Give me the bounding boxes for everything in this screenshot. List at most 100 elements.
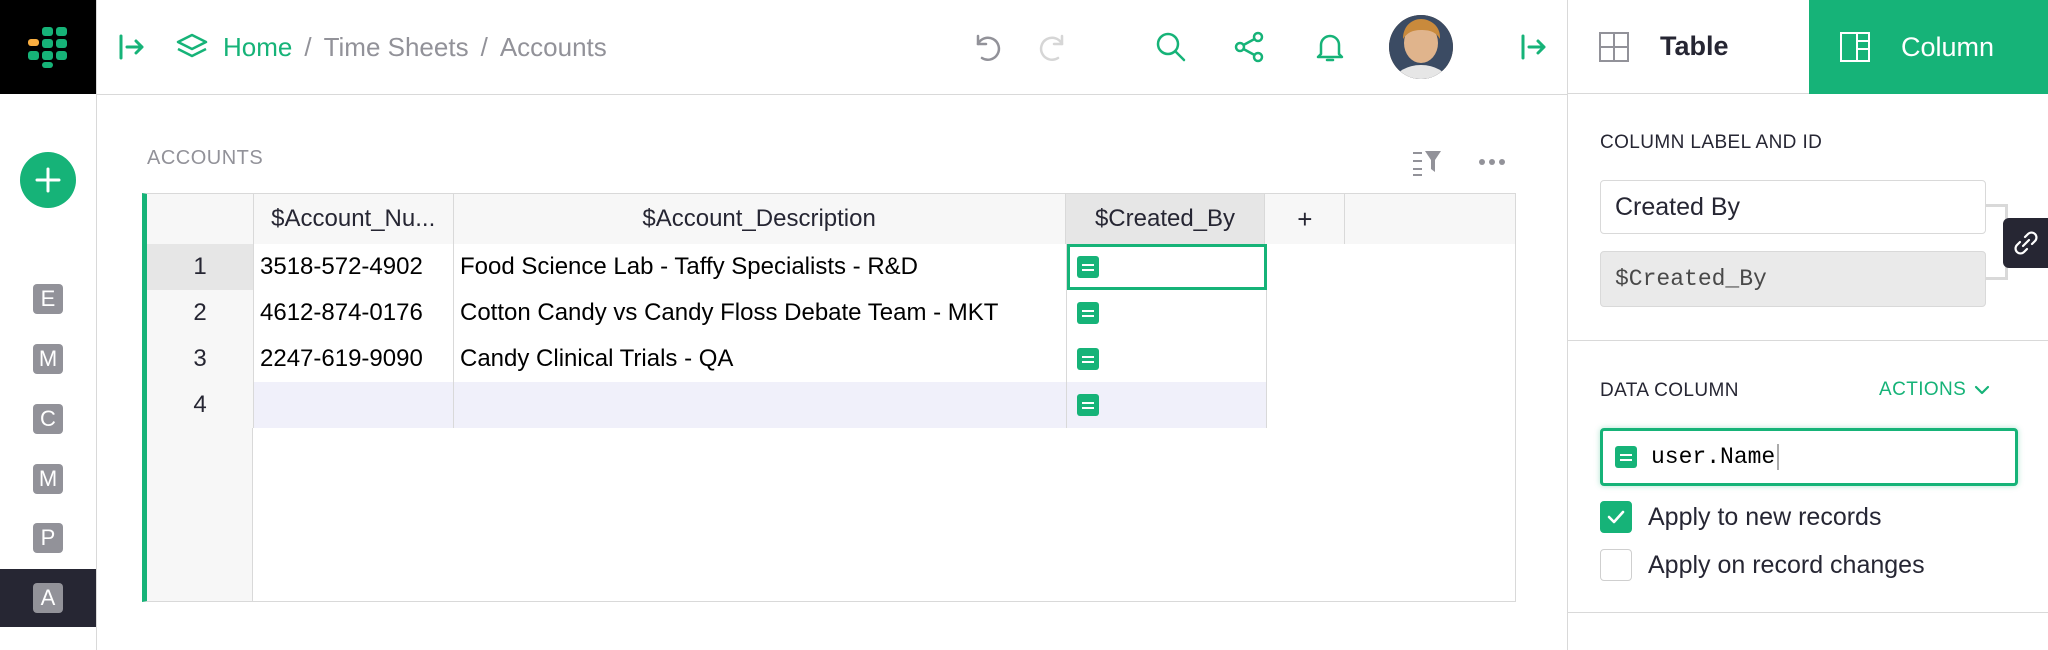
avatar[interactable] <box>1389 15 1453 79</box>
formula-icon <box>1077 348 1099 370</box>
tab-table[interactable]: Table <box>1568 0 1809 94</box>
formula-text[interactable]: user.Name <box>1651 444 1780 470</box>
plus-icon <box>35 167 61 193</box>
column-header-account-number[interactable]: $Account_Nu... <box>253 194 454 244</box>
column-label-heading: COLUMN LABEL AND ID <box>1600 132 1823 153</box>
grid-header: $Account_Nu... $Account_Description $Cre… <box>147 194 1515 244</box>
column-label-input[interactable]: Created By <box>1600 180 1986 234</box>
table-row[interactable]: 3 2247-619-9090 Candy Clinical Trials - … <box>147 336 1267 382</box>
sort-filter-button[interactable] <box>1411 147 1443 182</box>
section-title: ACCOUNTS <box>147 147 264 169</box>
apply-record-changes-label: Apply on record changes <box>1648 550 1925 579</box>
cell-account-number[interactable]: 2247-619-9090 <box>254 336 454 382</box>
row-number[interactable]: 4 <box>147 382 254 428</box>
cell-account-description[interactable]: Food Science Lab - Taffy Specialists - R… <box>454 244 1067 290</box>
page-item-e[interactable]: E <box>0 270 96 328</box>
row-number[interactable]: 2 <box>147 290 254 336</box>
link-icon <box>2014 231 2038 255</box>
breadcrumb-doc[interactable]: Time Sheets <box>324 32 469 63</box>
left-rail: E M C M P A <box>0 0 97 650</box>
apply-new-records-label: Apply to new records <box>1648 502 1882 531</box>
share-icon <box>1234 31 1264 63</box>
page-item-m[interactable]: M <box>0 330 96 388</box>
row-number[interactable]: 1 <box>147 244 254 290</box>
cell-account-number[interactable]: 3518-572-4902 <box>254 244 454 290</box>
column-header-created-by[interactable]: $Created_By <box>1065 194 1266 244</box>
breadcrumb-home[interactable]: Home <box>223 32 292 63</box>
link-label-id-button[interactable] <box>2003 218 2048 268</box>
creator-panel: Table Column COLUMN LABEL AND ID Created… <box>1567 0 2048 650</box>
column-icon <box>1840 32 1870 62</box>
accounts-grid: $Account_Nu... $Account_Description $Cre… <box>142 193 1516 602</box>
panel-divider <box>1568 340 2048 341</box>
search-button[interactable] <box>1152 28 1190 66</box>
formula-icon <box>1077 302 1099 324</box>
cell-created-by[interactable] <box>1067 382 1267 428</box>
cell-account-description[interactable]: Cotton Candy vs Candy Floss Debate Team … <box>454 290 1067 336</box>
cell-account-description[interactable]: Candy Clinical Trials - QA <box>454 336 1067 382</box>
tab-column[interactable]: Column <box>1809 0 2048 94</box>
cell-account-number[interactable]: 4612-874-0176 <box>254 290 454 336</box>
app-logo[interactable] <box>0 0 96 94</box>
page-letter: M <box>33 464 63 494</box>
formula-editor[interactable]: user.Name <box>1600 428 2018 486</box>
redo-icon <box>1039 34 1064 61</box>
actions-dropdown[interactable]: ACTIONS <box>1879 379 1990 401</box>
panel-toggle-icon <box>1521 34 1546 60</box>
breadcrumb-separator: / <box>480 31 488 62</box>
page-letter: P <box>33 523 63 553</box>
page-item-c[interactable]: C <box>0 390 96 448</box>
check-icon <box>1607 510 1625 524</box>
bell-icon <box>1316 34 1344 62</box>
table-icon <box>1599 31 1629 62</box>
actions-label: ACTIONS <box>1879 379 1967 400</box>
formula-icon <box>1077 256 1099 278</box>
breadcrumb-separator: / <box>304 31 312 62</box>
page-item-m2[interactable]: M <box>0 450 96 508</box>
cell-account-description[interactable] <box>454 382 1067 428</box>
formula-icon <box>1077 394 1099 416</box>
row-number[interactable]: 3 <box>147 336 254 382</box>
cell-created-by[interactable] <box>1067 244 1267 290</box>
page-letter: C <box>33 404 63 434</box>
page-item-p[interactable]: P <box>0 509 96 567</box>
layers-icon <box>176 33 208 58</box>
breadcrumb-page[interactable]: Accounts <box>500 32 607 63</box>
more-dots-icon <box>1479 159 1505 165</box>
cell-created-by[interactable] <box>1067 336 1267 382</box>
column-id-input[interactable]: $Created_By <box>1600 251 1986 307</box>
page-letter: E <box>33 284 63 314</box>
column-header-account-description[interactable]: $Account_Description <box>453 194 1066 244</box>
collapse-right-panel-button[interactable] <box>1517 30 1551 64</box>
cell-created-by[interactable] <box>1067 290 1267 336</box>
data-column-heading: DATA COLUMN <box>1600 380 1739 401</box>
top-bar: Home / Time Sheets / Accounts <box>97 0 1567 95</box>
table-row[interactable]: 1 3518-572-4902 Food Science Lab - Taffy… <box>147 244 1267 290</box>
apply-new-records-row[interactable]: Apply to new records <box>1600 501 1881 533</box>
formula-icon <box>1615 446 1637 468</box>
notifications-button[interactable] <box>1311 28 1349 66</box>
main-area: ACCOUNTS $Account_Nu... $Account_Descrip… <box>97 95 1567 650</box>
cell-account-number[interactable] <box>254 382 454 428</box>
chevron-down-icon <box>1975 385 1990 395</box>
breadcrumb: Home / Time Sheets / Accounts <box>175 0 607 94</box>
panel-toggle-icon <box>119 34 144 60</box>
apply-record-changes-row[interactable]: Apply on record changes <box>1600 549 1925 581</box>
page-item-accounts[interactable]: A <box>0 569 96 627</box>
page-letter: A <box>33 583 63 613</box>
add-column-button[interactable]: + <box>1265 194 1346 244</box>
corner-cell[interactable] <box>147 194 254 244</box>
redo-button[interactable] <box>1035 28 1073 66</box>
collapse-left-panel-button[interactable] <box>115 30 149 64</box>
table-row[interactable]: 2 4612-874-0176 Cotton Candy vs Candy Fl… <box>147 290 1267 336</box>
apply-record-changes-checkbox[interactable] <box>1600 549 1632 581</box>
apply-new-records-checkbox[interactable] <box>1600 501 1632 533</box>
page-letter: M <box>33 344 63 374</box>
share-button[interactable] <box>1230 28 1268 66</box>
sort-filter-icon <box>1413 151 1441 176</box>
new-table-row[interactable]: 4 <box>147 382 1267 428</box>
add-new-button[interactable] <box>20 152 76 208</box>
more-options-button[interactable] <box>1477 147 1507 182</box>
panel-divider <box>1568 612 2048 613</box>
undo-button[interactable] <box>967 28 1005 66</box>
